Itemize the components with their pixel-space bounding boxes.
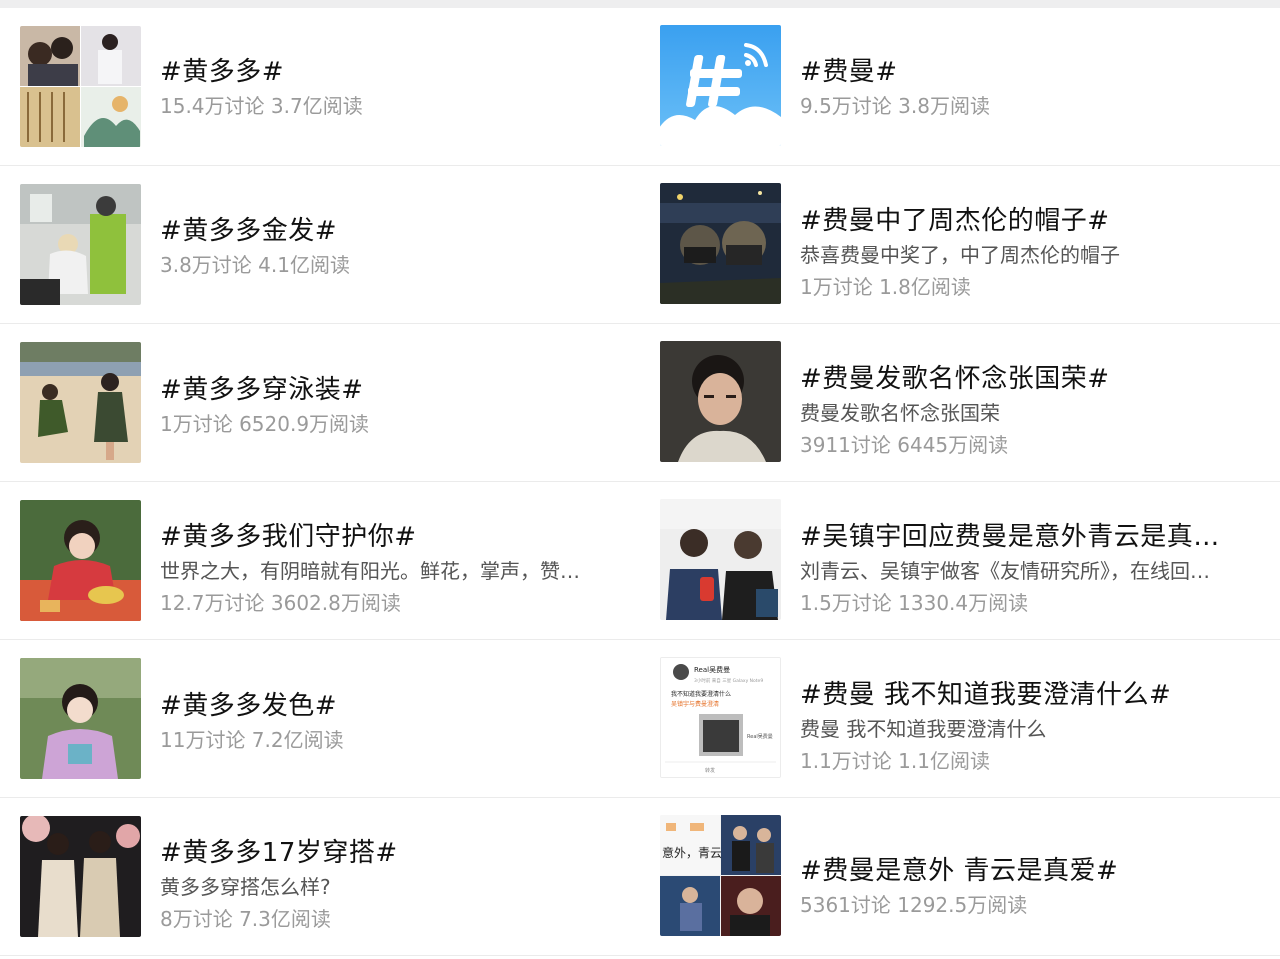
topic-text: #吴镇宇回应费曼是意外青云是真… 刘青云、吴镇宇做客《友情研究所》，在线回… 1… bbox=[800, 520, 1256, 618]
topic-item[interactable]: #黄多多穿泳装# 1万讨论 6520.9万阅读 bbox=[0, 324, 640, 482]
topic-stats: 5361讨论 1292.5万阅读 bbox=[800, 893, 1028, 917]
topic-stats: 1万讨论 6520.9万阅读 bbox=[160, 412, 370, 436]
topic-text: #黄多多发色# 11万讨论 7.2亿阅读 bbox=[160, 689, 616, 755]
topic-title[interactable]: #黄多多我们守护你# bbox=[160, 520, 616, 554]
post-line: 我不知道我要澄清什么 bbox=[671, 690, 731, 698]
topic-thumbnail bbox=[20, 500, 141, 621]
topic-title[interactable]: #费曼中了周杰伦的帽子# bbox=[800, 204, 1256, 238]
topic-stats: 8万讨论 7.3亿阅读 bbox=[160, 907, 331, 931]
topic-thumbnail bbox=[660, 341, 781, 462]
topic-text: #黄多多# 15.4万讨论 3.7亿阅读 bbox=[160, 55, 616, 121]
topic-thumbnail bbox=[20, 816, 141, 937]
topic-text: #费曼# 9.5万讨论 3.8万阅读 bbox=[800, 55, 1256, 121]
post-action: 转发 bbox=[705, 767, 715, 774]
topic-item[interactable]: #黄多多17岁穿搭# 黄多多穿搭怎么样? 8万讨论 7.3亿阅读 bbox=[0, 798, 640, 956]
topic-thumbnail bbox=[20, 658, 141, 779]
topic-description: 世界之大，有阴暗就有阳光。鲜花，掌声，赞… bbox=[160, 559, 580, 583]
topic-text: #费曼中了周杰伦的帽子# 恭喜费曼中奖了，中了周杰伦的帽子 1万讨论 1.8亿阅… bbox=[800, 204, 1256, 302]
post-username: Real吴费曼 bbox=[694, 665, 730, 674]
topic-item[interactable]: #费曼发歌名怀念张国荣# 费曼发歌名怀念张国荣 3911讨论 6445万阅读 bbox=[640, 324, 1280, 482]
topic-title[interactable]: #黄多多# bbox=[160, 55, 616, 89]
topic-description: 刘青云、吴镇宇做客《友情研究所》，在线回… bbox=[800, 559, 1210, 583]
topic-title[interactable]: #费曼发歌名怀念张国荣# bbox=[800, 362, 1256, 396]
topic-thumbnail bbox=[20, 26, 141, 147]
post-link: 吴镇宇与费曼澄清 bbox=[671, 700, 719, 708]
topic-stats: 1万讨论 1.8亿阅读 bbox=[800, 275, 971, 299]
topic-text: #黄多多穿泳装# 1万讨论 6520.9万阅读 bbox=[160, 373, 616, 439]
topic-item[interactable]: #费曼中了周杰伦的帽子# 恭喜费曼中奖了，中了周杰伦的帽子 1万讨论 1.8亿阅… bbox=[640, 166, 1280, 324]
topic-stats: 1.1万讨论 1.1亿阅读 bbox=[800, 749, 990, 773]
topic-thumbnail bbox=[660, 499, 781, 620]
collage-caption: 意外，青云 bbox=[662, 845, 722, 860]
topic-stats: 3911讨论 6445万阅读 bbox=[800, 433, 1009, 457]
topic-stats: 3.8万讨论 4.1亿阅读 bbox=[160, 253, 350, 277]
topic-item[interactable]: #黄多多金发# 3.8万讨论 4.1亿阅读 bbox=[0, 166, 640, 324]
topic-thumbnail bbox=[660, 25, 781, 146]
topic-thumbnail bbox=[20, 342, 141, 463]
topic-title[interactable]: #黄多多17岁穿搭# bbox=[160, 836, 616, 870]
topic-text: #黄多多17岁穿搭# 黄多多穿搭怎么样? 8万讨论 7.3亿阅读 bbox=[160, 836, 616, 934]
topic-title[interactable]: #费曼是意外 青云是真爱# bbox=[800, 854, 1256, 888]
post-image-caption: Real吴费曼 bbox=[747, 733, 773, 740]
topic-title[interactable]: #费曼 我不知道我要澄清什么# bbox=[800, 678, 1256, 712]
topic-stats: 11万讨论 7.2亿阅读 bbox=[160, 728, 344, 752]
topic-thumbnail bbox=[20, 184, 141, 305]
topic-text: #黄多多我们守护你# 世界之大，有阴暗就有阳光。鲜花，掌声，赞… 12.7万讨论… bbox=[160, 520, 616, 618]
topic-text: #费曼是意外 青云是真爱# 5361讨论 1292.5万阅读 bbox=[800, 854, 1256, 920]
topic-item[interactable]: #费曼# 9.5万讨论 3.8万阅读 bbox=[640, 8, 1280, 166]
topic-description: 费曼发歌名怀念张国荣 bbox=[800, 401, 1000, 425]
topic-description: 费曼 我不知道我要澄清什么 bbox=[800, 717, 1047, 741]
left-column: #黄多多# 15.4万讨论 3.7亿阅读 #黄多多金发# 3.8万讨论 4.1亿… bbox=[0, 8, 640, 959]
topic-title[interactable]: #黄多多发色# bbox=[160, 689, 616, 723]
topic-title[interactable]: #吴镇宇回应费曼是意外青云是真… bbox=[800, 520, 1256, 554]
topic-list-page: #黄多多# 15.4万讨论 3.7亿阅读 #黄多多金发# 3.8万讨论 4.1亿… bbox=[0, 0, 1280, 959]
post-meta: 3小时前 来自 三星 Galaxy Note9 bbox=[694, 677, 763, 684]
topic-item[interactable]: #黄多多我们守护你# 世界之大，有阴暗就有阳光。鲜花，掌声，赞… 12.7万讨论… bbox=[0, 482, 640, 640]
topic-title[interactable]: #费曼# bbox=[800, 55, 1256, 89]
topic-item[interactable]: #黄多多# 15.4万讨论 3.7亿阅读 bbox=[0, 8, 640, 166]
topic-text: #黄多多金发# 3.8万讨论 4.1亿阅读 bbox=[160, 214, 616, 280]
topic-thumbnail bbox=[660, 183, 781, 304]
topic-title[interactable]: #黄多多穿泳装# bbox=[160, 373, 616, 407]
topic-title[interactable]: #黄多多金发# bbox=[160, 214, 616, 248]
topic-stats: 1.5万讨论 1330.4万阅读 bbox=[800, 591, 1029, 615]
topic-item[interactable]: #吴镇宇回应费曼是意外青云是真… 刘青云、吴镇宇做客《友情研究所》，在线回… 1… bbox=[640, 482, 1280, 640]
topic-thumbnail: 意外，青云 bbox=[660, 815, 781, 936]
topic-stats: 9.5万讨论 3.8万阅读 bbox=[800, 94, 990, 118]
topic-description: 黄多多穿搭怎么样? bbox=[160, 875, 331, 899]
topic-item[interactable]: 意外，青云 #费曼是意外 青云是真爱# 5361讨论 1292.5万阅读 bbox=[640, 798, 1280, 956]
topic-item[interactable]: #黄多多发色# 11万讨论 7.2亿阅读 bbox=[0, 640, 640, 798]
topic-stats: 12.7万讨论 3602.8万阅读 bbox=[160, 591, 401, 615]
topic-item[interactable]: Real吴费曼 3小时前 来自 三星 Galaxy Note9 我不知道我要澄清… bbox=[640, 640, 1280, 798]
topic-description: 恭喜费曼中奖了，中了周杰伦的帽子 bbox=[800, 243, 1120, 267]
right-column: #费曼# 9.5万讨论 3.8万阅读 #费曼中了周杰伦的帽子# 恭喜费曼中奖了，… bbox=[640, 8, 1280, 959]
topic-text: #费曼 我不知道我要澄清什么# 费曼 我不知道我要澄清什么 1.1万讨论 1.1… bbox=[800, 678, 1256, 776]
weibo-post-screenshot: Real吴费曼 3小时前 来自 三星 Galaxy Note9 我不知道我要澄清… bbox=[661, 658, 780, 777]
top-divider bbox=[0, 0, 1280, 8]
hashtag-cloud-icon bbox=[660, 25, 781, 146]
topic-stats: 15.4万讨论 3.7亿阅读 bbox=[160, 94, 363, 118]
topic-thumbnail: Real吴费曼 3小时前 来自 三星 Galaxy Note9 我不知道我要澄清… bbox=[660, 657, 781, 778]
topic-text: #费曼发歌名怀念张国荣# 费曼发歌名怀念张国荣 3911讨论 6445万阅读 bbox=[800, 362, 1256, 460]
